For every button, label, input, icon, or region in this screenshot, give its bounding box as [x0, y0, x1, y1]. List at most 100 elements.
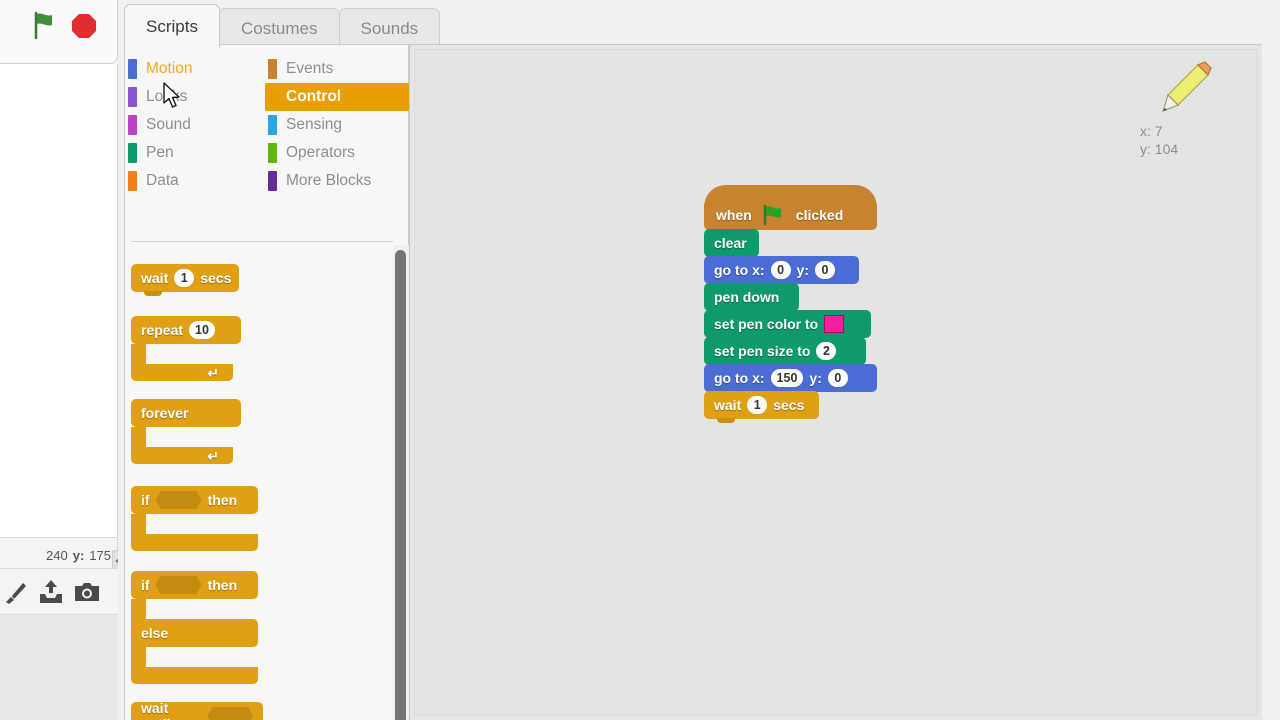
block-palette: Motion Events Looks Control Sound: [124, 44, 410, 720]
new-sprite-toolbar: [0, 568, 118, 614]
tab-scripts[interactable]: Scripts: [124, 4, 220, 48]
sprite-y-row: y: 104: [1140, 140, 1230, 158]
category-operators[interactable]: Operators: [265, 139, 410, 167]
goto-prefix-label: go to x:: [714, 262, 765, 278]
palette-block-repeat[interactable]: repeat 10 ↵: [131, 316, 393, 381]
category-looks-swatch: [128, 87, 137, 107]
category-events[interactable]: Events: [265, 55, 410, 83]
block-go-to-xy-origin[interactable]: go to x: 0 y: 0: [704, 256, 877, 284]
block-when-flag-clicked[interactable]: when clicked: [704, 185, 877, 230]
tab-costumes-label: Costumes: [240, 18, 318, 38]
category-looks[interactable]: Looks: [125, 83, 265, 111]
tab-sounds[interactable]: Sounds: [338, 8, 441, 48]
palette-if-label: if: [141, 577, 150, 593]
sprite-y-label: y:: [1140, 141, 1151, 157]
boolean-slot[interactable]: [207, 707, 253, 720]
palette-repeat-label: repeat: [141, 322, 184, 338]
palette-block-wait-until[interactable]: wait until: [131, 700, 393, 720]
block-go-to-xy-150[interactable]: go to x: 150 y: 0: [704, 364, 877, 392]
category-more-blocks-swatch: [268, 171, 277, 191]
tab-bar: Scripts Costumes Sounds: [124, 4, 441, 48]
block-set-pen-size[interactable]: set pen size to 2: [704, 337, 877, 365]
paintbrush-icon[interactable]: [2, 579, 28, 605]
goto2-y-label: y:: [809, 370, 822, 386]
palette-wait-until-label: wait until: [141, 700, 171, 720]
category-events-swatch: [268, 59, 277, 79]
category-data-label: Data: [146, 172, 179, 189]
pen-size-input[interactable]: 2: [816, 342, 837, 360]
category-operators-swatch: [268, 143, 277, 163]
block-pen-down[interactable]: pen down: [704, 283, 877, 311]
category-pen-label: Pen: [146, 144, 174, 161]
stage-display[interactable]: [0, 64, 118, 538]
camera-icon[interactable]: [74, 579, 100, 605]
block-clear[interactable]: clear: [704, 229, 877, 257]
stage-column: 240 y: 175: [0, 0, 126, 720]
category-selector: Motion Events Looks Control Sound: [125, 55, 410, 195]
palette-block-forever[interactable]: forever ↵: [131, 399, 393, 464]
category-sound-swatch: [128, 115, 137, 135]
wait-suffix-label: secs: [773, 397, 805, 413]
palette-then-label: then: [207, 577, 238, 593]
stop-button[interactable]: [71, 13, 97, 39]
category-motion[interactable]: Motion: [125, 55, 265, 83]
mouse-x-value: 240: [46, 548, 68, 563]
mouse-cursor: [163, 82, 180, 108]
category-data[interactable]: Data: [125, 167, 265, 195]
palette-if-label: if: [141, 492, 150, 508]
category-sensing[interactable]: Sensing: [265, 111, 410, 139]
category-motion-label: Motion: [146, 60, 193, 77]
goto-y-label: y:: [796, 262, 809, 278]
set-pen-color-label: set pen color to: [714, 316, 819, 332]
upload-icon[interactable]: [38, 579, 64, 605]
goto-x-input[interactable]: 0: [770, 261, 791, 279]
palette-scrollbar-thumb[interactable]: [395, 250, 406, 720]
green-flag-button[interactable]: [31, 11, 57, 39]
palette-block-if-else[interactable]: if then else: [131, 571, 393, 684]
category-more-blocks-label: More Blocks: [286, 172, 372, 189]
palette-block-wait[interactable]: wait 1 secs: [131, 264, 393, 296]
palette-repeat-value[interactable]: 10: [189, 321, 215, 339]
category-operators-label: Operators: [286, 144, 355, 161]
palette-divider: [131, 241, 393, 242]
goto2-y-input[interactable]: 0: [827, 369, 848, 387]
category-data-swatch: [128, 171, 137, 191]
boolean-slot[interactable]: [155, 491, 202, 509]
block-wait-secs[interactable]: wait 1 secs: [704, 391, 877, 423]
palette-wait-label: wait: [141, 270, 169, 286]
when-label: when: [716, 207, 752, 223]
sprite-pane: [0, 614, 118, 720]
pen-color-swatch[interactable]: [824, 315, 845, 333]
scratch-editor-window: 240 y: 175 Scripts Costumes Sounds Motio…: [0, 0, 1280, 720]
goto2-prefix-label: go to x:: [714, 370, 765, 386]
goto2-x-input[interactable]: 150: [770, 369, 804, 387]
palette-block-list: wait 1 secs repeat 10 ↵ forever ↵ if the…: [131, 250, 393, 720]
palette-wait-value[interactable]: 1: [174, 269, 195, 287]
sprite-x-row: x: 7: [1140, 122, 1230, 140]
category-more-blocks[interactable]: More Blocks: [265, 167, 410, 195]
loop-arrow-icon: ↵: [207, 365, 219, 381]
boolean-slot[interactable]: [155, 576, 202, 594]
tab-costumes[interactable]: Costumes: [218, 8, 340, 48]
wait-value-input[interactable]: 1: [747, 396, 768, 414]
script-stack[interactable]: when clicked clear go to x: 0 y: 0 pen d…: [704, 185, 877, 423]
category-control[interactable]: Control: [265, 83, 410, 111]
palette-else-label: else: [141, 625, 169, 641]
goto-y-input[interactable]: 0: [815, 261, 835, 279]
pen-down-label: pen down: [714, 289, 780, 305]
block-set-pen-color[interactable]: set pen color to: [704, 310, 877, 338]
category-sound[interactable]: Sound: [125, 111, 265, 139]
category-sensing-swatch: [268, 115, 277, 135]
category-pen[interactable]: Pen: [125, 139, 265, 167]
sprite-x-label: x:: [1140, 123, 1151, 139]
palette-block-if-then[interactable]: if then: [131, 486, 393, 551]
tab-scripts-label: Scripts: [146, 16, 198, 36]
editor-panel: Scripts Costumes Sounds Motion Events Co…: [118, 0, 1262, 720]
category-control-swatch: [268, 87, 277, 107]
script-canvas[interactable]: x: 7 y: 104 when clicked clear go to x: …: [409, 44, 1262, 720]
clear-label: clear: [714, 235, 747, 251]
palette-secs-label: secs: [200, 270, 232, 286]
sprite-watermark: x: 7 y: 104: [1140, 61, 1230, 158]
mouse-y-value: 175: [89, 548, 111, 563]
set-pen-size-label: set pen size to: [714, 343, 811, 359]
